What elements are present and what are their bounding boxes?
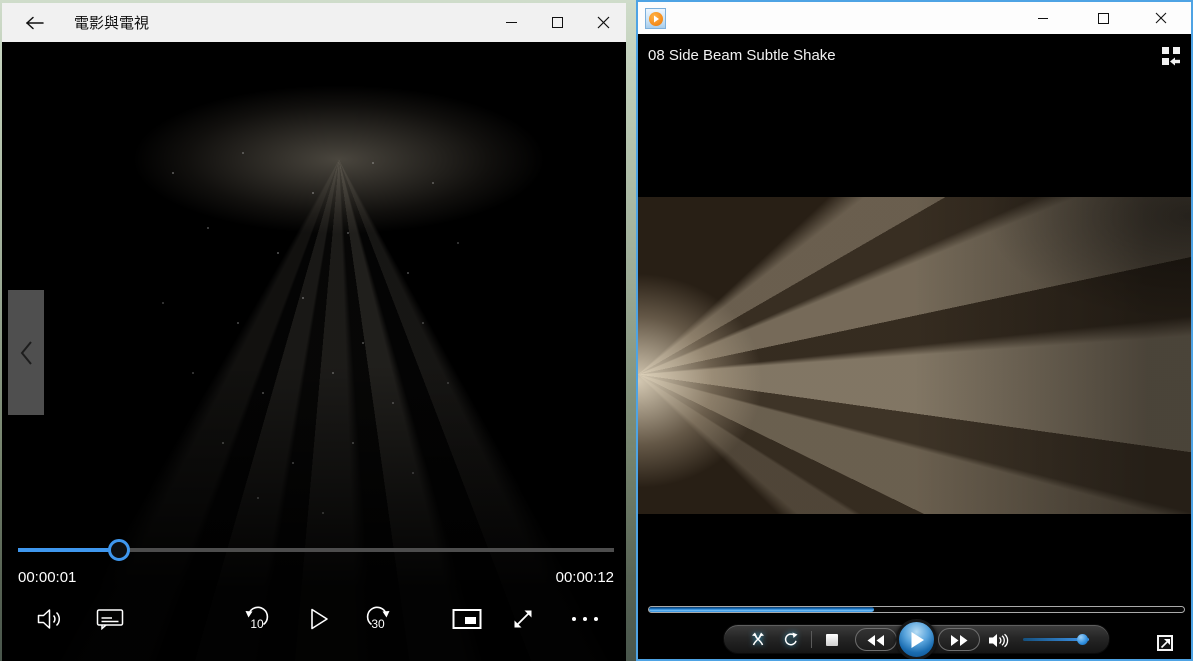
window-title: 電影與電視 xyxy=(74,3,149,42)
fullscreen-icon[interactable] xyxy=(501,599,545,639)
mini-player-icon[interactable] xyxy=(445,599,489,639)
volume-thumb[interactable] xyxy=(1077,634,1088,645)
titlebar xyxy=(638,2,1191,34)
dust-particles xyxy=(2,42,4,44)
video-frame xyxy=(638,197,1191,514)
skip-forward-30-icon[interactable]: 30 xyxy=(356,599,400,639)
wmp-window: 08 Side Beam Subtle Shake xyxy=(636,0,1193,661)
volume-level xyxy=(1023,638,1086,641)
movies-tv-window: 電影與電視 00:00:01 00:00:12 10 xyxy=(2,3,626,661)
seek-progress xyxy=(18,548,119,552)
skip-back-10-icon[interactable]: 10 xyxy=(235,599,279,639)
chevron-left-icon[interactable] xyxy=(8,290,44,415)
video-area xyxy=(2,42,626,661)
stop-icon[interactable] xyxy=(826,634,838,646)
close-icon[interactable] xyxy=(580,3,626,42)
mute-icon[interactable] xyxy=(987,632,1009,649)
switch-to-library-icon[interactable] xyxy=(1161,46,1181,66)
maximize-icon[interactable] xyxy=(1083,2,1123,34)
side-beam-video-frame xyxy=(638,197,1191,514)
captions-icon[interactable] xyxy=(88,599,132,639)
back-arrow-icon[interactable] xyxy=(20,11,50,35)
volume-icon[interactable] xyxy=(28,599,72,639)
total-time: 00:00:12 xyxy=(556,569,614,586)
transport-controls xyxy=(723,624,1110,654)
more-icon[interactable] xyxy=(563,599,607,639)
repeat-icon[interactable] xyxy=(782,632,798,647)
close-icon[interactable] xyxy=(1141,2,1181,34)
rewind-icon[interactable] xyxy=(855,628,897,651)
fullscreen-icon[interactable] xyxy=(1157,635,1173,651)
seek-bar[interactable] xyxy=(18,548,614,552)
svg-text:30: 30 xyxy=(371,617,385,631)
fast-forward-icon[interactable] xyxy=(938,628,980,651)
seek-bar[interactable] xyxy=(648,606,1185,613)
now-playing-title: 08 Side Beam Subtle Shake xyxy=(648,47,836,64)
player-area: 08 Side Beam Subtle Shake xyxy=(638,34,1191,659)
minimize-icon[interactable] xyxy=(488,3,534,42)
minimize-icon[interactable] xyxy=(1023,2,1063,34)
wmp-app-icon xyxy=(645,8,666,29)
seek-progress xyxy=(649,607,874,612)
shuffle-icon[interactable] xyxy=(750,632,767,647)
svg-text:10: 10 xyxy=(250,617,264,631)
elapsed-time: 00:00:01 xyxy=(18,569,76,586)
play-icon[interactable] xyxy=(296,599,340,639)
play-icon[interactable] xyxy=(896,619,937,659)
maximize-icon[interactable] xyxy=(534,3,580,42)
volume-slider[interactable] xyxy=(1023,638,1089,641)
divider xyxy=(811,631,812,648)
titlebar: 電影與電視 xyxy=(2,3,626,42)
light-rays-video-frame xyxy=(2,42,626,661)
